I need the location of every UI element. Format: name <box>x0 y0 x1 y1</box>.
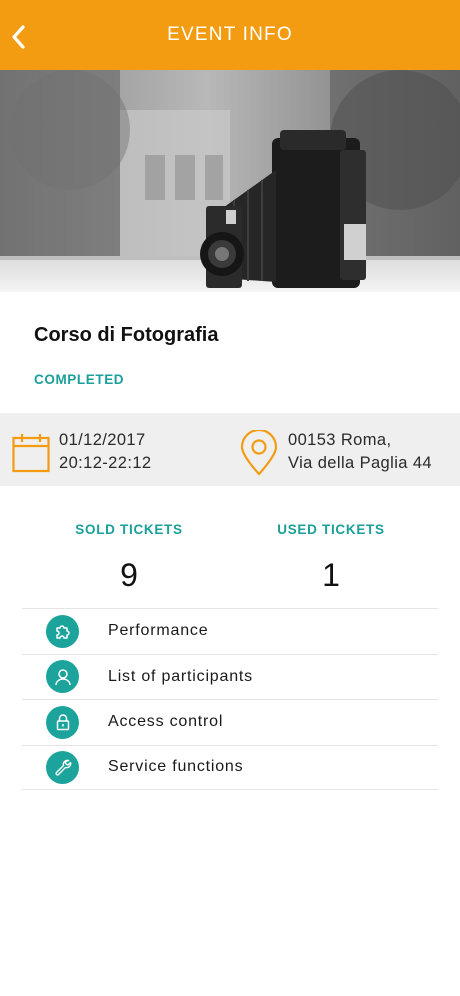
sold-tickets-value: 9 <box>120 557 138 593</box>
lock-icon <box>46 705 79 739</box>
menu-item-label: Performance <box>108 622 209 640</box>
back-button[interactable] <box>2 20 36 54</box>
event-summary: Corso di Fotografia COMPLETED <box>0 292 460 413</box>
location-pin-icon <box>240 430 278 476</box>
event-title: Corso di Fotografia <box>34 324 219 346</box>
used-tickets-label: USED TICKETS <box>277 522 385 537</box>
status-badge: COMPLETED <box>34 372 125 387</box>
event-time: 20:12-22:12 <box>59 454 152 472</box>
event-date: 01/12/2017 <box>59 431 146 449</box>
menu-item-label: Service functions <box>108 758 244 776</box>
sold-tickets-label: SOLD TICKETS <box>75 522 183 537</box>
used-tickets-value: 1 <box>322 557 340 593</box>
app-header: EVENT INFO <box>0 0 460 70</box>
wrench-icon <box>46 750 79 784</box>
event-actions-list: Performance List of participants Access … <box>22 608 438 790</box>
menu-item-label: Access control <box>108 713 224 731</box>
puzzle-icon <box>46 614 79 648</box>
menu-item-performance[interactable]: Performance <box>22 608 438 654</box>
person-icon <box>46 660 79 694</box>
menu-item-access-control[interactable]: Access control <box>22 699 438 745</box>
event-cover-image <box>0 70 460 292</box>
calendar-icon <box>12 434 50 473</box>
menu-item-participants[interactable]: List of participants <box>22 653 438 700</box>
menu-item-service-functions[interactable]: Service functions <box>22 744 438 790</box>
page-title: EVENT INFO <box>167 24 293 45</box>
menu-item-label: List of participants <box>108 667 253 685</box>
event-address-line1: 00153 Roma, <box>288 431 392 449</box>
event-address-line2: Via della Paglia 44 <box>288 454 432 472</box>
chevron-left-icon <box>12 25 25 49</box>
